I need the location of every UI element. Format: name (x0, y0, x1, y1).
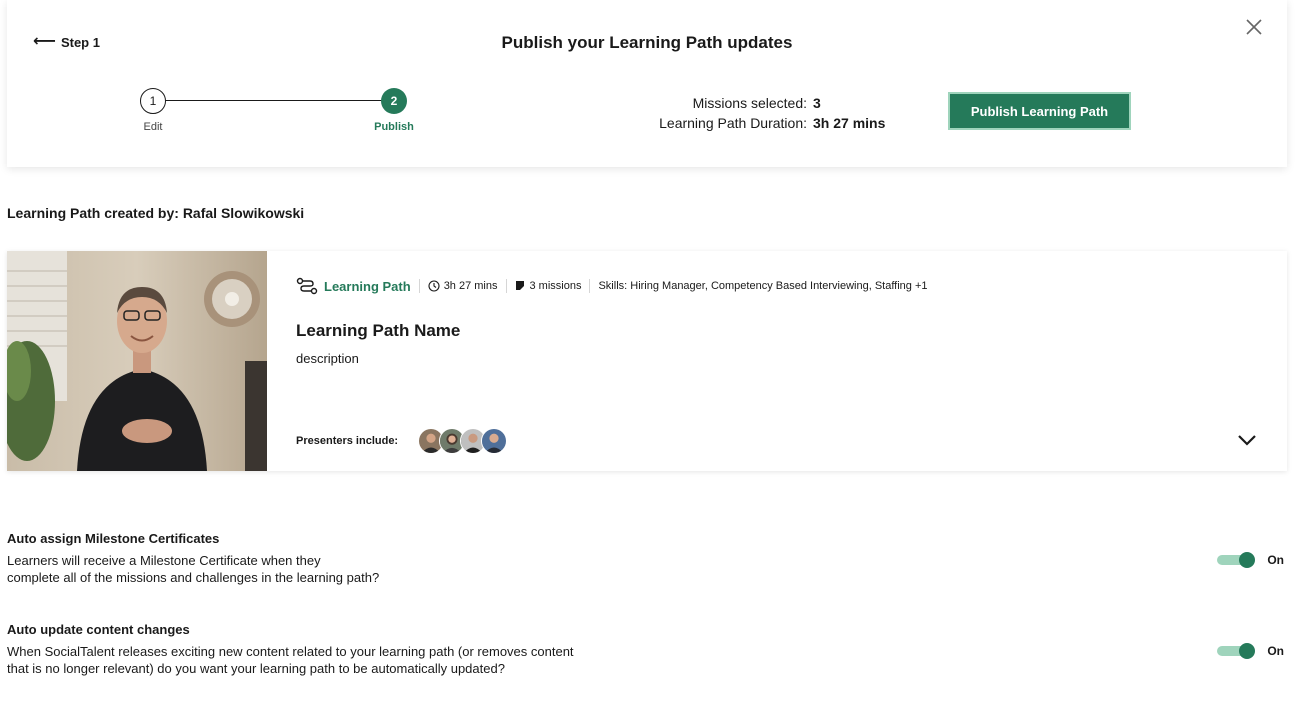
chevron-down-icon[interactable] (1236, 432, 1258, 448)
publish-summary: Missions selected: 3 Learning Path Durat… (607, 93, 885, 133)
setting-description: Learners will receive a Milestone Certif… (7, 553, 380, 585)
meta-divider (505, 279, 507, 293)
step-label: Publish (374, 121, 414, 133)
setting-title: Auto update content changes (7, 622, 190, 637)
learning-path-meta: Learning Path 3h 27 mins 3 missions Skil… (296, 277, 928, 295)
progress-stepper: 1 Edit 2 Publish (127, 88, 447, 136)
learning-path-name: Learning Path Name (296, 321, 461, 340)
skills-meta: Skills: Hiring Manager, Competency Based… (598, 280, 928, 292)
duration-meta: 3h 27 mins (428, 280, 498, 292)
auto-assign-certificates-toggle[interactable]: On (1217, 552, 1284, 568)
created-by-text: Learning Path created by: Rafal Slowikow… (7, 205, 305, 221)
learning-path-card: Learning Path 3h 27 mins 3 missions Skil… (7, 251, 1287, 471)
setting-description: When SocialTalent releases exciting new … (7, 644, 574, 676)
close-icon[interactable] (1245, 18, 1263, 36)
toggle-track (1217, 643, 1256, 659)
step-label: Edit (143, 121, 163, 133)
step-edit[interactable]: 1 Edit (123, 88, 183, 133)
duration-value: 3h 27 mins (813, 115, 886, 131)
meta-divider (418, 279, 420, 293)
meta-divider (589, 279, 591, 293)
step-number: 2 (381, 88, 407, 114)
setting-title: Auto assign Milestone Certificates (7, 531, 220, 546)
setting-auto-assign-certificates: Auto assign Milestone Certificates Learn… (7, 531, 1287, 586)
learning-path-thumbnail (7, 251, 267, 471)
content-type-label: Learning Path (324, 278, 411, 294)
publish-header: ⟵ Step 1 Publish your Learning Path upda… (7, 0, 1287, 167)
missions-selected-label: Missions selected: (692, 95, 807, 111)
learning-path-route-icon (296, 277, 318, 295)
toggle-knob (1239, 643, 1256, 659)
missions-meta-value: 3 missions (529, 280, 582, 292)
toggle-state-label: On (1267, 644, 1284, 658)
duration-meta-value: 3h 27 mins (443, 280, 498, 292)
mission-flag-icon (515, 281, 524, 290)
missions-meta: 3 missions (515, 280, 582, 292)
page-title: Publish your Learning Path updates (501, 33, 793, 52)
toggle-state-label: On (1267, 553, 1284, 567)
presenter-avatar (481, 428, 508, 454)
setting-auto-update-content: Auto update content changes When SocialT… (7, 622, 1287, 677)
auto-update-content-toggle[interactable]: On (1217, 643, 1284, 659)
presenters-label: Presenters include: (296, 435, 399, 447)
toggle-knob (1239, 552, 1256, 568)
step-publish: 2 Publish (364, 88, 424, 133)
step-number: 1 (140, 88, 166, 114)
learning-path-description: description (296, 351, 359, 366)
presenter-avatars (418, 428, 508, 454)
duration-label: Learning Path Duration: (659, 115, 807, 131)
toggle-track (1217, 552, 1256, 568)
clock-icon (428, 280, 440, 292)
presenters-row: Presenters include: (296, 428, 508, 454)
publish-learning-path-button[interactable]: Publish Learning Path (948, 92, 1131, 130)
missions-selected-value: 3 (813, 95, 821, 111)
